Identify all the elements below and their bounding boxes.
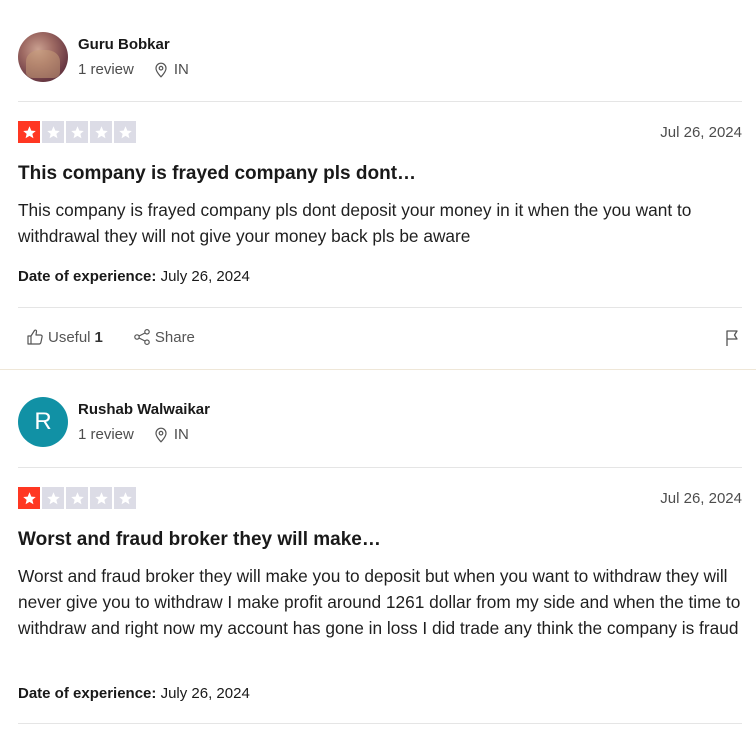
location-pin-icon bbox=[155, 62, 167, 78]
experience-value: July 26, 2024 bbox=[160, 268, 250, 285]
reviewer-meta: 1 review IN bbox=[78, 426, 189, 443]
review-date: Jul 26, 2024 bbox=[660, 124, 742, 141]
review-title[interactable]: This company is frayed company pls dont… bbox=[18, 163, 416, 185]
divider bbox=[18, 307, 742, 308]
useful-label: Useful bbox=[48, 328, 91, 346]
star-icon bbox=[66, 487, 88, 509]
experience-value: July 26, 2024 bbox=[160, 685, 250, 702]
star-icon bbox=[90, 487, 112, 509]
experience-date: Date of experience: July 26, 2024 bbox=[18, 268, 250, 285]
share-label: Share bbox=[154, 328, 195, 346]
flag-icon[interactable] bbox=[724, 329, 742, 347]
star-icon bbox=[18, 121, 40, 143]
star-icon bbox=[42, 121, 64, 143]
star-rating bbox=[18, 487, 136, 509]
review-body: Worst and fraud broker they will make yo… bbox=[18, 566, 741, 638]
share-icon bbox=[134, 328, 150, 346]
review-card: R Rushab Walwaikar 1 review IN Jul 26, 2… bbox=[0, 370, 756, 735]
review-body: This company is frayed company pls dont … bbox=[18, 200, 692, 246]
star-icon bbox=[90, 121, 112, 143]
divider bbox=[18, 467, 742, 468]
reviewer-name[interactable]: Rushab Walwaikar bbox=[78, 401, 210, 418]
useful-button[interactable]: Useful 1 bbox=[26, 328, 103, 346]
avatar[interactable]: R bbox=[18, 397, 68, 447]
experience-label: Date of experience: bbox=[18, 268, 157, 285]
reviewer-header: R Rushab Walwaikar 1 review IN bbox=[18, 397, 618, 447]
review-title[interactable]: Worst and fraud broker they will make… bbox=[18, 529, 381, 551]
divider bbox=[18, 723, 742, 724]
star-rating bbox=[18, 121, 136, 143]
avatar-initial: R bbox=[34, 408, 52, 435]
reviewer-country: IN bbox=[173, 426, 189, 443]
reviewer-meta: 1 review IN bbox=[78, 61, 189, 78]
experience-date: Date of experience: July 26, 2024 bbox=[18, 685, 250, 702]
star-icon bbox=[114, 121, 136, 143]
avatar[interactable] bbox=[18, 32, 68, 82]
divider bbox=[18, 101, 742, 102]
star-icon bbox=[42, 487, 64, 509]
experience-label: Date of experience: bbox=[18, 685, 157, 702]
star-icon bbox=[66, 121, 88, 143]
review-count: 1 review bbox=[78, 61, 134, 78]
useful-count: 1 bbox=[94, 328, 103, 346]
share-button[interactable]: Share bbox=[133, 328, 195, 346]
location-pin-icon bbox=[155, 427, 167, 443]
star-icon bbox=[114, 487, 136, 509]
reviewer-header: Guru Bobkar 1 review IN bbox=[18, 32, 618, 82]
review-count: 1 review bbox=[78, 426, 134, 443]
review-actions: Useful 1 Share bbox=[26, 328, 195, 346]
review-date: Jul 26, 2024 bbox=[660, 490, 742, 507]
thumbs-up-icon bbox=[27, 329, 43, 345]
reviewer-country: IN bbox=[173, 61, 189, 78]
star-icon bbox=[18, 487, 40, 509]
review-card: Guru Bobkar 1 review IN Jul 26, 2024 Thi… bbox=[0, 0, 756, 370]
reviewer-name[interactable]: Guru Bobkar bbox=[78, 36, 170, 53]
